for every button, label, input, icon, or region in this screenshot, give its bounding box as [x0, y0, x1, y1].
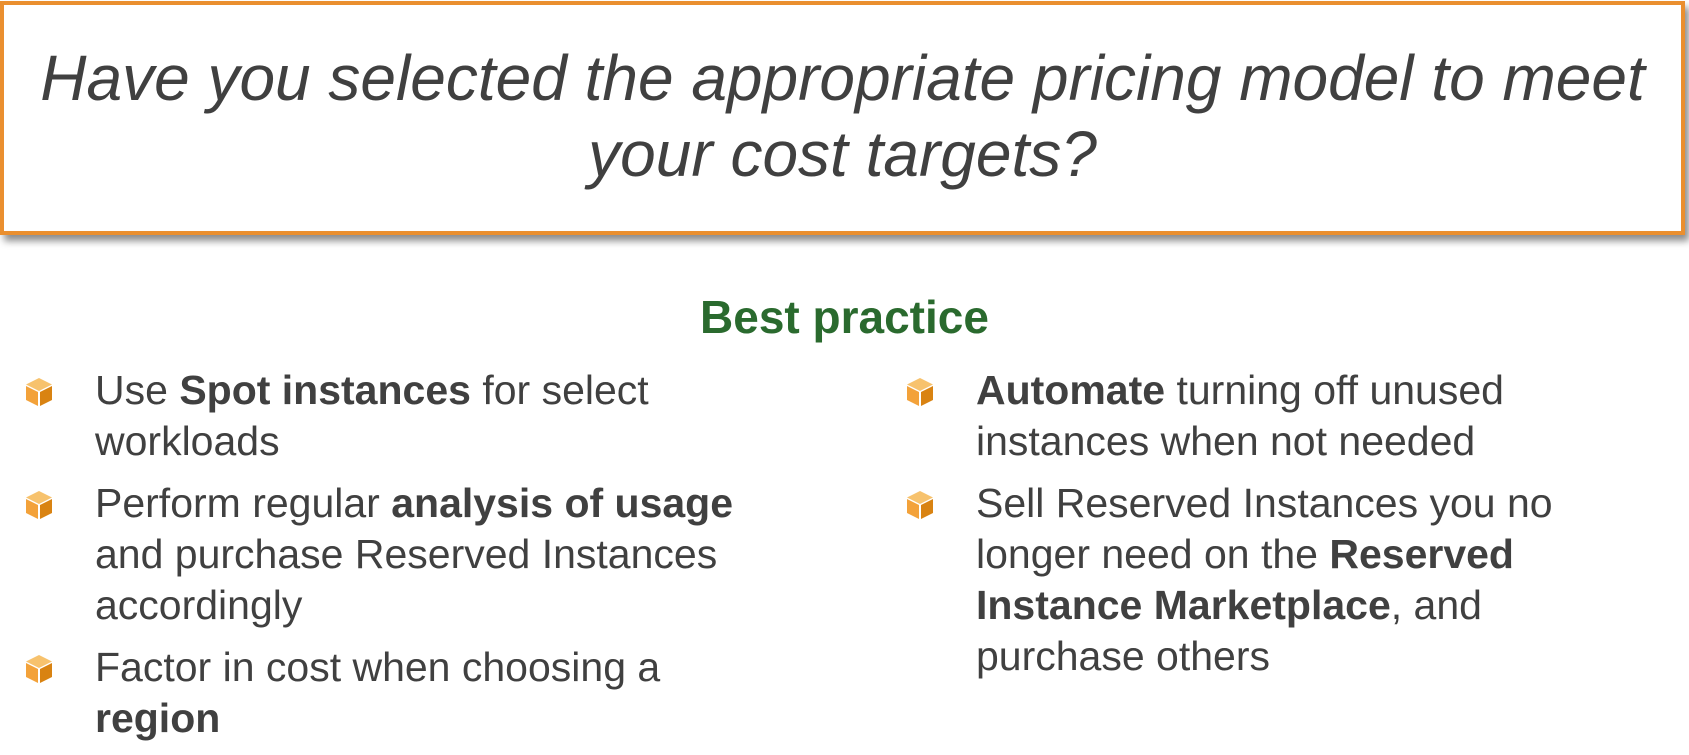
- item-text-bold: analysis of usage: [391, 480, 734, 526]
- question-text: Have you selected the appropriate pricin…: [20, 40, 1664, 192]
- item-text-pre2: longer need on the: [976, 531, 1330, 577]
- list-item: Factor in cost when choosing a region: [0, 642, 860, 744]
- question-line-2: your cost targets?: [588, 118, 1097, 190]
- left-bullet-list: Use Spot instances for select workloads P…: [0, 365, 860, 755]
- item-text-line4: purchase others: [976, 633, 1271, 679]
- cube-icon: [26, 491, 52, 519]
- item-text-line3: accordingly: [95, 582, 303, 628]
- list-item: Sell Reserved Instances you no longer nee…: [882, 478, 1682, 682]
- item-text-pre: Use: [95, 367, 180, 413]
- list-item: Automate turning off unused instances whe…: [882, 365, 1682, 467]
- item-text-line2: and purchase Reserved Instances: [95, 531, 718, 577]
- list-item: Use Spot instances for select workloads: [0, 365, 860, 467]
- cube-icon: [907, 378, 933, 406]
- item-text-bold3: Instance Marketplace: [976, 582, 1391, 628]
- item-text-bold: region: [95, 695, 221, 741]
- question-box: Have you selected the appropriate pricin…: [0, 1, 1685, 235]
- cube-icon: [907, 491, 933, 519]
- item-text-post3: , and: [1390, 582, 1482, 628]
- item-text-bold: Automate: [976, 367, 1166, 413]
- item-text-pre: Perform regular: [95, 480, 392, 526]
- item-text-post: for select: [470, 367, 649, 413]
- item-text-line2: workloads: [95, 418, 280, 464]
- item-text-pre: Factor in cost when choosing a: [95, 644, 661, 690]
- item-text-line2: instances when not needed: [976, 418, 1476, 464]
- item-text-bold: Spot instances: [179, 367, 471, 413]
- cube-icon: [26, 655, 52, 683]
- list-item: Perform regular analysis of usage and pur…: [0, 478, 860, 631]
- section-title: Best practice: [700, 291, 989, 343]
- item-text-line1: Sell Reserved Instances you no: [976, 480, 1553, 526]
- right-bullet-list: Automate turning off unused instances whe…: [882, 365, 1682, 693]
- cube-icon: [26, 378, 52, 406]
- item-text-post: turning off unused: [1165, 367, 1504, 413]
- item-text-bold2: Reserved: [1329, 531, 1514, 577]
- question-line-1: Have you selected the appropriate pricin…: [40, 42, 1645, 114]
